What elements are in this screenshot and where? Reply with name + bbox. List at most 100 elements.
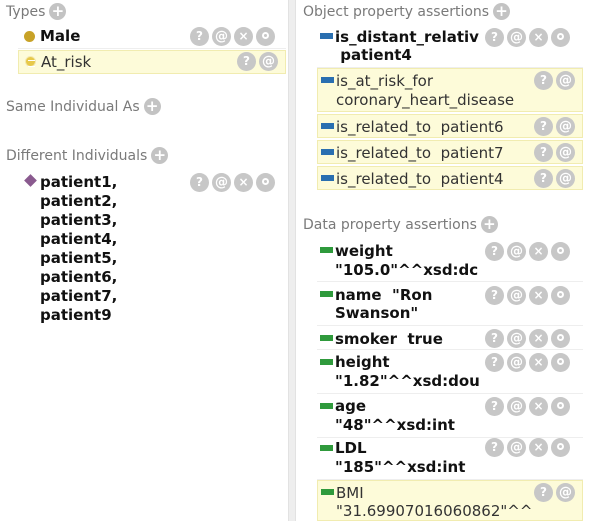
edit-button[interactable] <box>551 28 570 47</box>
property-value: Swanson" <box>335 304 419 322</box>
delete-button[interactable]: × <box>234 173 253 192</box>
help-button[interactable]: ? <box>190 173 209 192</box>
annotate-button[interactable]: @ <box>556 169 575 188</box>
property-assertion: is_related_to patient4 <box>336 170 504 188</box>
edit-icon <box>557 33 564 40</box>
edit-button[interactable] <box>551 438 570 457</box>
type-row-at-risk[interactable]: At_risk ? @ <box>18 50 286 74</box>
property-value: "31.69907016060862"^^ <box>336 502 533 520</box>
object-property-row[interactable]: is_at_risk_for coronary_heart_disease ? … <box>317 68 583 112</box>
data-property-icon <box>320 247 333 253</box>
individual-icon <box>24 174 37 187</box>
type-label: At_risk <box>41 53 92 71</box>
delete-button[interactable]: × <box>529 329 548 348</box>
property-name: LDL <box>335 439 367 457</box>
annotate-button[interactable]: @ <box>507 286 526 305</box>
annotate-button[interactable]: @ <box>507 438 526 457</box>
edit-button[interactable] <box>551 397 570 416</box>
data-property-assertions-label: Data property assertions <box>303 216 477 233</box>
property-value: "105.0"^^xsd:dc <box>335 261 479 279</box>
object-property-icon <box>321 175 334 181</box>
data-property-icon <box>321 489 334 495</box>
annotate-button[interactable]: @ <box>556 71 575 90</box>
help-button[interactable]: ? <box>485 353 504 372</box>
object-property-row[interactable]: is_related_to patient6 ? @ <box>317 114 583 138</box>
add-data-property-button[interactable]: + <box>480 216 498 233</box>
help-button[interactable]: ? <box>485 28 504 47</box>
data-property-row[interactable]: BMI "31.69907016060862"^^ ? @ <box>317 480 583 521</box>
edit-icon <box>557 358 564 365</box>
edit-button[interactable] <box>551 329 570 348</box>
delete-button[interactable]: × <box>529 397 548 416</box>
help-button[interactable]: ? <box>534 169 553 188</box>
delete-button[interactable]: × <box>529 242 548 261</box>
add-type-button[interactable]: + <box>49 3 67 20</box>
annotate-button[interactable]: @ <box>556 117 575 136</box>
delete-button[interactable]: × <box>529 286 548 305</box>
individual-name: patient4, <box>40 230 118 248</box>
individual-name: patient9 <box>40 306 112 324</box>
annotate-button[interactable]: @ <box>212 173 231 192</box>
property-assertion: smoker true <box>335 330 443 348</box>
annotate-button[interactable]: @ <box>507 353 526 372</box>
delete-button[interactable]: × <box>529 28 548 47</box>
property-value: "1.82"^^xsd:dou <box>335 372 480 390</box>
data-property-row[interactable]: LDL "185"^^xsd:int ? @ × <box>317 438 583 480</box>
help-button[interactable]: ? <box>534 71 553 90</box>
object-property-icon <box>321 77 334 83</box>
annotate-button[interactable]: @ <box>507 397 526 416</box>
help-button[interactable]: ? <box>534 483 553 502</box>
data-property-row[interactable]: height "1.82"^^xsd:dou ? @ × <box>317 352 583 394</box>
delete-button[interactable]: × <box>529 353 548 372</box>
help-button[interactable]: ? <box>237 52 256 71</box>
delete-button[interactable]: × <box>529 438 548 457</box>
help-button[interactable]: ? <box>485 242 504 261</box>
help-button[interactable]: ? <box>485 329 504 348</box>
annotate-button[interactable]: @ <box>556 143 575 162</box>
annotate-button[interactable]: @ <box>259 52 278 71</box>
help-button[interactable]: ? <box>534 117 553 136</box>
add-object-property-button[interactable]: + <box>493 3 511 20</box>
annotate-button[interactable]: @ <box>507 329 526 348</box>
edit-button[interactable] <box>256 27 275 46</box>
data-property-row[interactable]: name "Ron Swanson" ? @ × <box>317 284 583 326</box>
annotate-button[interactable]: @ <box>507 28 526 47</box>
data-property-icon <box>320 359 333 365</box>
delete-button[interactable]: × <box>234 27 253 46</box>
help-button[interactable]: ? <box>190 27 209 46</box>
edit-button[interactable] <box>551 242 570 261</box>
help-button[interactable]: ? <box>485 397 504 416</box>
annotate-button[interactable]: @ <box>212 27 231 46</box>
data-property-icon <box>320 445 333 451</box>
edit-button[interactable] <box>551 286 570 305</box>
annotate-button[interactable]: @ <box>507 242 526 261</box>
data-property-icon <box>320 291 333 297</box>
different-individuals-row[interactable]: ? @ × patient1, patient2, patient3, pati… <box>18 170 286 326</box>
object-property-row[interactable]: is_related_to patient4 ? @ <box>317 166 583 190</box>
help-button[interactable]: ? <box>485 438 504 457</box>
add-different-individual-button[interactable]: + <box>151 147 169 164</box>
data-property-row[interactable]: smoker true ? @ × <box>317 328 583 350</box>
object-property-assertions-header: Object property assertions + <box>303 3 511 20</box>
object-property-icon <box>320 33 333 39</box>
inferred-class-icon <box>25 56 36 67</box>
individual-name: patient3, <box>40 211 118 229</box>
property-name: is_distant_relativ <box>335 28 479 46</box>
pane-splitter[interactable] <box>288 0 296 521</box>
individual-name: patient2, <box>40 192 118 210</box>
object-property-row[interactable]: is_related_to patient7 ? @ <box>317 140 583 164</box>
data-property-row[interactable]: age "48"^^xsd:int ? @ × <box>317 396 583 438</box>
property-value: "185"^^xsd:int <box>335 458 466 476</box>
object-property-row[interactable]: is_distant_relativ patient4 ? @ × <box>317 26 583 68</box>
edit-icon <box>557 402 564 409</box>
property-value: "48"^^xsd:int <box>335 416 455 434</box>
edit-button[interactable] <box>551 353 570 372</box>
help-button[interactable]: ? <box>485 286 504 305</box>
property-assertion: is_related_to patient6 <box>336 118 504 136</box>
annotate-button[interactable]: @ <box>556 483 575 502</box>
type-row-male[interactable]: Male ? @ × <box>18 25 286 49</box>
edit-button[interactable] <box>256 173 275 192</box>
data-property-row[interactable]: weight "105.0"^^xsd:dc ? @ × <box>317 240 583 282</box>
add-same-individual-button[interactable]: + <box>143 98 161 115</box>
help-button[interactable]: ? <box>534 143 553 162</box>
